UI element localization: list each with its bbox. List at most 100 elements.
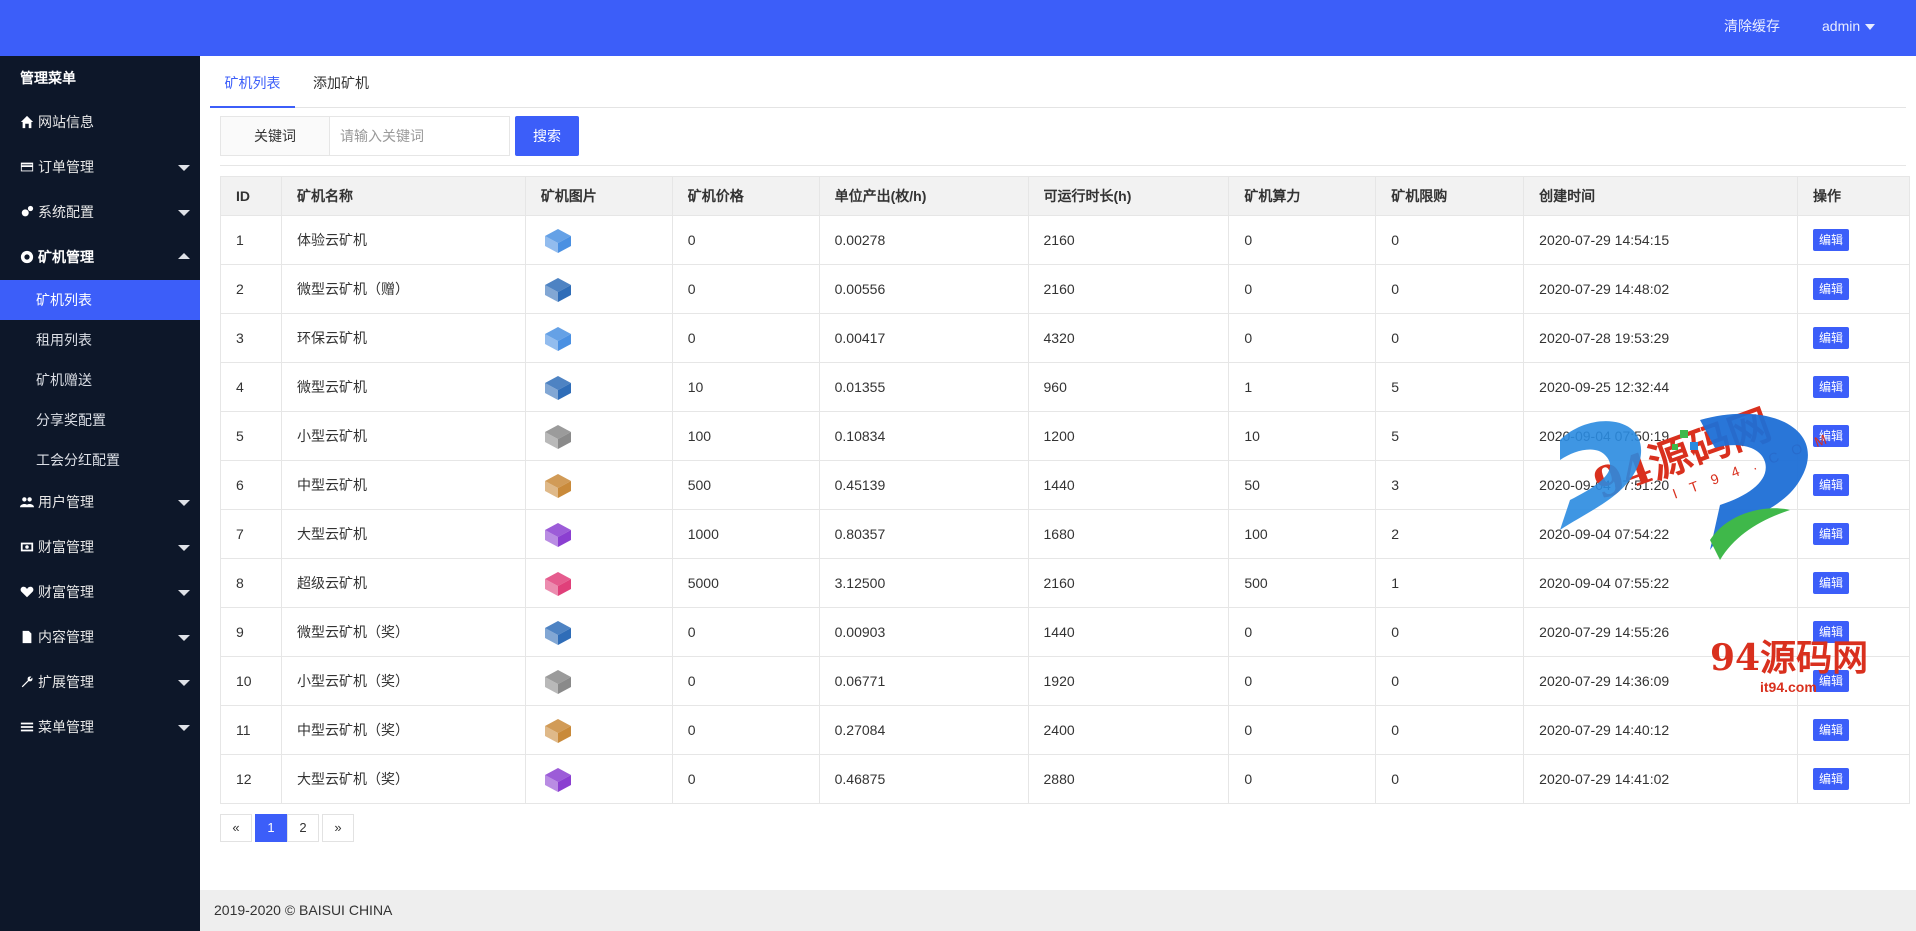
card-icon (20, 147, 34, 172)
cell-id: 9 (220, 607, 282, 657)
miner-image (544, 229, 571, 253)
sidebar-subitem-miner-gift[interactable]: 矿机赠送 (0, 360, 200, 400)
cell-image (524, 656, 673, 706)
miner-image (544, 670, 571, 694)
col-header-created: 创建时间 (1523, 176, 1798, 216)
cell-actions: 编辑 (1796, 215, 1911, 265)
sidebar-item-wealth-2[interactable]: 财富管理 (0, 570, 200, 615)
cell-id: 11 (220, 705, 282, 755)
cell-output: 0.01355 (818, 362, 1029, 412)
sidebar-item-content[interactable]: 内容管理 (0, 615, 200, 660)
edit-button[interactable]: 编辑 (1812, 768, 1849, 790)
table-row: 3 环保云矿机 0 0.00417 4320 0 0 2020-07-28 19:53:29 编… (220, 313, 1911, 363)
sidebar-subitem-share-reward[interactable]: 分享奖配置 (0, 400, 200, 440)
logo-shape (1680, 430, 1688, 438)
cell-name: 微型云矿机（赠） (280, 264, 526, 314)
cell-limit: 0 (1375, 705, 1525, 755)
sidebar-item-label: 矿机管理 (38, 249, 94, 265)
cell-price: 0 (671, 313, 820, 363)
cell-price: 5000 (671, 558, 820, 608)
cell-hours: 4320 (1027, 313, 1230, 363)
cell-hours: 1440 (1027, 607, 1230, 657)
cell-name: 中型云矿机（奖） (280, 705, 526, 755)
cell-power: 0 (1228, 215, 1377, 265)
cell-hours: 2160 (1027, 558, 1230, 608)
tab-add-miner[interactable]: 添加矿机 (305, 56, 377, 108)
gears-icon (20, 192, 34, 217)
user-menu[interactable]: admin (1822, 0, 1876, 56)
clear-cache-link[interactable]: 清除缓存 (1724, 0, 1780, 56)
next-page-button[interactable]: » (322, 814, 354, 842)
cell-name: 大型云矿机（奖） (280, 754, 526, 804)
cell-image (524, 509, 673, 559)
sidebar-item-extensions[interactable]: 扩展管理 (0, 660, 200, 705)
col-header-image: 矿机图片 (524, 176, 673, 216)
sidebar-item-system-config[interactable]: 系统配置 (0, 190, 200, 235)
cell-actions: 编辑 (1796, 705, 1911, 755)
cell-actions: 编辑 (1796, 313, 1911, 363)
top-bar: 清除缓存 admin (0, 0, 1916, 56)
cell-limit: 0 (1375, 215, 1525, 265)
sidebar-subitem-miner-list[interactable]: 矿机列表 (0, 280, 200, 320)
cell-power: 0 (1228, 754, 1377, 804)
miner-image (544, 523, 571, 547)
empire-icon (20, 237, 34, 264)
miner-image (544, 621, 571, 645)
keyword-input[interactable] (330, 116, 510, 156)
cell-price: 1000 (671, 509, 820, 559)
cell-limit: 5 (1375, 411, 1525, 461)
sidebar-item-users[interactable]: 用户管理 (0, 480, 200, 525)
cell-power: 1 (1228, 362, 1377, 412)
tab-miner-list[interactable]: 矿机列表 (210, 56, 295, 108)
miner-image (544, 474, 571, 498)
edit-button[interactable]: 编辑 (1812, 327, 1849, 349)
caret-down-icon (178, 590, 190, 596)
caret-down-icon (178, 165, 190, 171)
caret-down-icon (178, 680, 190, 686)
cell-created: 2020-07-28 19:53:29 (1523, 313, 1798, 363)
page-button-1[interactable]: 1 (255, 814, 287, 842)
cell-created: 2020-07-29 14:54:15 (1523, 215, 1798, 265)
table-row: 2 微型云矿机（赠） 0 0.00556 2160 0 0 2020-07-29 14:48:… (220, 264, 1911, 314)
cell-hours: 960 (1027, 362, 1230, 412)
sidebar-subitem-union-dividend[interactable]: 工会分红配置 (0, 440, 200, 480)
cell-name: 中型云矿机 (280, 460, 526, 510)
col-header-name: 矿机名称 (280, 176, 526, 216)
cell-created: 2020-07-29 14:40:12 (1523, 705, 1798, 755)
sidebar-subitem-rental-list[interactable]: 租用列表 (0, 320, 200, 360)
edit-button[interactable]: 编辑 (1812, 376, 1849, 398)
cell-image (524, 264, 673, 314)
edit-button[interactable]: 编辑 (1812, 229, 1849, 251)
page-button-2[interactable]: 2 (287, 814, 319, 842)
cell-name: 大型云矿机 (280, 509, 526, 559)
cell-output: 0.06771 (818, 656, 1029, 706)
cell-limit: 1 (1375, 558, 1525, 608)
cell-limit: 0 (1375, 656, 1525, 706)
cell-price: 10 (671, 362, 820, 412)
cell-output: 0.00417 (818, 313, 1029, 363)
edit-button[interactable]: 编辑 (1812, 278, 1849, 300)
cell-image (524, 411, 673, 461)
sidebar-item-label: 财富管理 (38, 539, 94, 555)
caret-down-icon (178, 210, 190, 216)
cell-name: 小型云矿机（奖） (280, 656, 526, 706)
footer: 2019-2020 © BAISUI CHINA (200, 890, 1916, 931)
col-header-power: 矿机算力 (1228, 176, 1377, 216)
sidebar-item-miner-management[interactable]: 矿机管理 (0, 235, 200, 280)
cell-output: 0.00903 (818, 607, 1029, 657)
edit-button[interactable]: 编辑 (1812, 719, 1849, 741)
caret-down-icon (178, 500, 190, 506)
prev-page-button[interactable]: « (220, 814, 252, 842)
search-button[interactable]: 搜索 (515, 116, 579, 156)
cell-output: 0.46875 (818, 754, 1029, 804)
cell-hours: 1920 (1027, 656, 1230, 706)
sidebar-item-orders[interactable]: 订单管理 (0, 145, 200, 190)
sidebar-item-menus[interactable]: 菜单管理 (0, 705, 200, 750)
sidebar-item-wealth-1[interactable]: 财富管理 (0, 525, 200, 570)
sidebar-item-site-info[interactable]: 网站信息 (0, 100, 200, 145)
cell-actions: 编辑 (1796, 264, 1911, 314)
logo-shape (1672, 444, 1678, 450)
cell-created: 2020-07-29 14:41:02 (1523, 754, 1798, 804)
cell-id: 4 (220, 362, 282, 412)
cell-power: 100 (1228, 509, 1377, 559)
